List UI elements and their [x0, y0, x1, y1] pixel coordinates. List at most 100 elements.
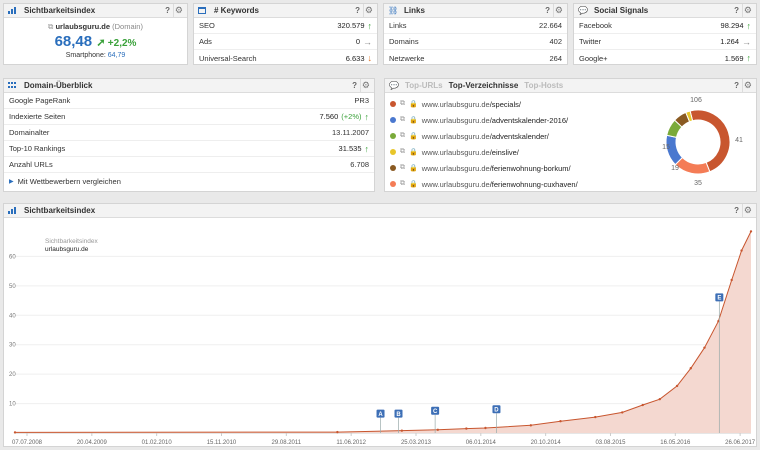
- gear-icon[interactable]: ⚙: [555, 5, 563, 16]
- external-link-icon[interactable]: ⧉: [400, 164, 405, 172]
- links-row[interactable]: Links 22.664: [384, 18, 567, 34]
- chat-icon: 💬: [389, 81, 399, 90]
- row-label: Anzahl URLs: [9, 160, 53, 169]
- top10-row[interactable]: Top-10 Rankings 31.535 ↑: [4, 141, 374, 157]
- data-point: [465, 427, 468, 430]
- header-divider: [553, 4, 554, 17]
- y-tick-label: 60: [9, 254, 16, 260]
- header-divider: [173, 4, 174, 17]
- panel-title: Domain-Überblick: [24, 81, 93, 90]
- x-tick-label: 11.06.2012: [336, 440, 366, 446]
- twitter-row[interactable]: Twitter 1.264 →: [574, 34, 756, 50]
- lock-icon: 🔒: [409, 117, 418, 124]
- external-link-icon[interactable]: ⧉: [400, 180, 405, 188]
- link-icon: ⛓: [388, 6, 399, 15]
- gear-icon[interactable]: ⚙: [175, 5, 183, 16]
- gear-icon[interactable]: ⚙: [362, 80, 370, 91]
- panel-title: Links: [404, 6, 425, 15]
- help-icon[interactable]: ?: [165, 6, 170, 15]
- chart-area: 10 20 30 40 50 60 07.07.2008 20.04.2009 01.02.20…: [5, 219, 757, 447]
- directory-path: /adventskalender-2016/: [489, 115, 569, 125]
- visibility-chart-panel: Sichtbarkeitsindex ? ⚙ 10 20 30 40 50 60 07.07…: [3, 203, 757, 447]
- indexed-pages-row[interactable]: Indexierte Seiten 7.560 (+2%) ↑: [4, 109, 374, 125]
- data-point: [658, 397, 661, 401]
- data-point: [641, 403, 644, 407]
- row-value: 402: [549, 37, 562, 46]
- row-label: Twitter: [579, 37, 602, 46]
- caret-right-icon: ▶: [9, 178, 14, 185]
- help-icon[interactable]: ?: [355, 6, 360, 15]
- domain-line: ⧉ urlaubsguru.de (Domain): [4, 18, 187, 32]
- pagerank-row[interactable]: Google PageRank PR3: [4, 93, 374, 109]
- help-icon[interactable]: ?: [545, 6, 550, 15]
- x-tick-label: 06.01.2014: [466, 440, 497, 446]
- chart-icon: [8, 7, 16, 14]
- color-dot: [390, 165, 396, 171]
- top-directories-panel: 💬 Top-URLs Top-Verzeichnisse Top-Hosts ?…: [384, 78, 757, 192]
- data-point: [559, 420, 562, 423]
- event-label: E: [717, 296, 721, 302]
- help-icon[interactable]: ?: [734, 6, 739, 15]
- data-point: [730, 278, 733, 282]
- window-icon: [198, 7, 206, 14]
- external-link-icon[interactable]: ⧉: [400, 148, 405, 156]
- keyword-row-seo[interactable]: SEO 320.579 ↑: [194, 18, 377, 34]
- help-icon[interactable]: ?: [734, 81, 739, 90]
- x-tick-label: 29.08.2011: [272, 440, 302, 446]
- tab-top-directories[interactable]: Top-Verzeichnisse: [449, 81, 519, 90]
- row-label: Ads: [199, 37, 212, 46]
- url-count-row[interactable]: Anzahl URLs 6.708: [4, 157, 374, 173]
- facebook-row[interactable]: Facebook 98.294 ↑: [574, 18, 756, 34]
- row-value: 13.11.2007: [332, 128, 369, 137]
- donut-slice[interactable]: [689, 109, 731, 173]
- help-icon[interactable]: ?: [352, 81, 357, 90]
- row-value: 6.708: [350, 160, 369, 169]
- smartphone-value: 64,79: [107, 52, 126, 59]
- arrow-right-icon: →: [363, 36, 372, 47]
- compare-competitors-link[interactable]: ▶ Mit Wettbewerbern vergleichen: [4, 173, 374, 189]
- row-label: Google+: [579, 53, 608, 63]
- domains-row[interactable]: Domains 402: [384, 34, 567, 50]
- keyword-row-universal[interactable]: Universal-Search 6.633 ↓: [194, 50, 377, 66]
- tab-top-urls[interactable]: Top-URLs: [405, 81, 443, 90]
- trend-up-icon: ➚: [96, 37, 106, 49]
- external-link-icon[interactable]: ⧉: [48, 22, 53, 31]
- external-link-icon[interactable]: ⧉: [400, 116, 405, 124]
- gear-icon[interactable]: ⚙: [744, 5, 752, 16]
- tab-top-hosts[interactable]: Top-Hosts: [524, 81, 563, 90]
- networks-row[interactable]: Netzwerke 264: [384, 50, 567, 66]
- panel-header: Domain-Überblick ? ⚙: [4, 79, 374, 93]
- domain-name[interactable]: urlaubsguru.de: [55, 22, 110, 31]
- directory-host: www.urlaubsguru.de: [421, 179, 490, 189]
- data-point: [740, 249, 743, 252]
- external-link-icon[interactable]: ⧉: [400, 100, 405, 108]
- directory-host: www.urlaubsguru.de: [421, 131, 490, 141]
- directory-host: www.urlaubsguru.de: [421, 99, 490, 109]
- directory-path: /ferienwohnung-borkum/: [489, 163, 571, 173]
- row-label: Google PageRank: [9, 96, 71, 105]
- gear-icon[interactable]: ⚙: [744, 205, 752, 216]
- x-tick-label: 01.02.2010: [142, 440, 173, 446]
- help-icon[interactable]: ?: [734, 206, 739, 215]
- googleplus-row[interactable]: Google+ 1.569 ↑: [574, 50, 756, 66]
- chart-legend: Sichtbarkeitsindex urlaubsguru.de: [45, 238, 98, 254]
- series-line: [14, 231, 752, 433]
- directory-url: www.urlaubsguru.de/ferienwohnung-borkum/: [422, 164, 571, 173]
- x-tick-label: 16.05.2016: [660, 440, 691, 446]
- external-link-icon[interactable]: ⧉: [400, 132, 405, 140]
- legend-series: urlaubsguru.de: [45, 246, 89, 253]
- data-point: [621, 411, 624, 414]
- directory-url: www.urlaubsguru.de/adventskalender-2016/: [422, 116, 568, 125]
- x-tick-label: 20.04.2009: [77, 440, 108, 446]
- row-label: Facebook: [579, 21, 612, 30]
- gear-icon[interactable]: ⚙: [744, 80, 752, 91]
- keyword-row-ads[interactable]: Ads 0 →: [194, 34, 377, 50]
- domain-age-row[interactable]: Domainalter 13.11.2007: [4, 125, 374, 141]
- color-dot: [390, 181, 396, 187]
- data-point: [436, 428, 440, 431]
- gear-icon[interactable]: ⚙: [365, 5, 373, 16]
- row-label: Domainalter: [9, 128, 50, 137]
- domain-overview-panel: Domain-Überblick ? ⚙ Google PageRank PR3 …: [3, 78, 375, 192]
- row-value: 7.560: [319, 112, 339, 121]
- visibility-line-chart[interactable]: 10 20 30 40 50 60 07.07.2008 20.04.2009 01.02.20…: [5, 219, 757, 447]
